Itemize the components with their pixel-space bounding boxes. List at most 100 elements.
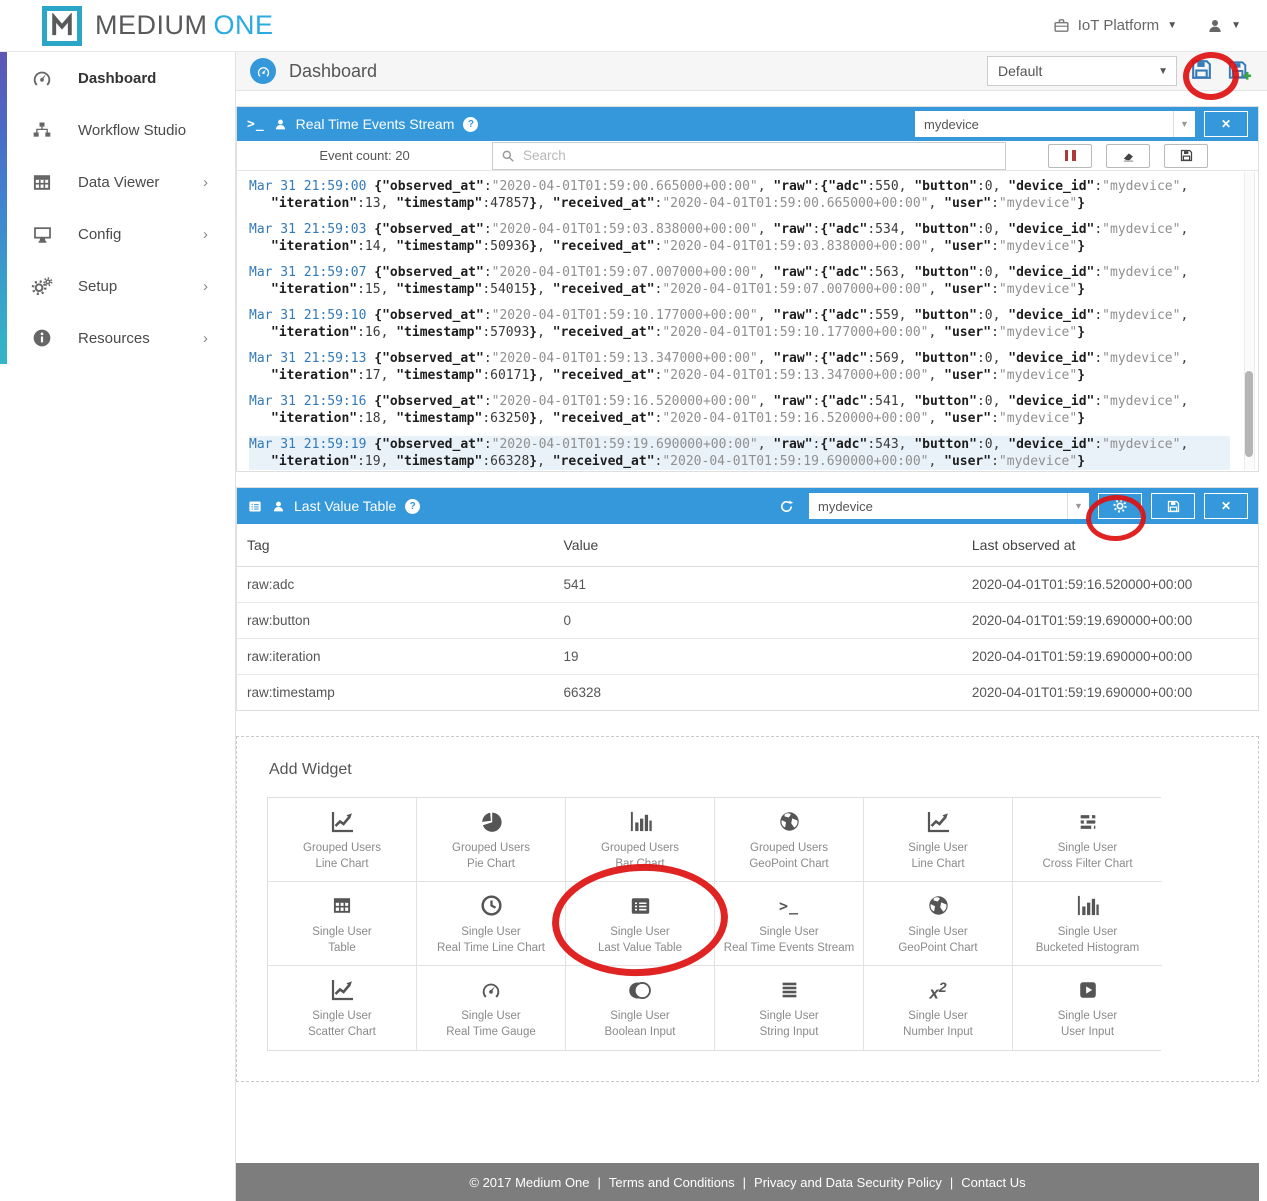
widget-option-line2: User Input	[1061, 1024, 1114, 1040]
stream-device-value[interactable]	[915, 117, 1173, 132]
tachometer-icon	[480, 976, 502, 1004]
lvt-device-select[interactable]: ▼	[809, 493, 1089, 519]
widget-option-line1: Grouped Users	[303, 840, 381, 856]
widget-option-grouped-users-pie-chart[interactable]: Grouped UsersPie Chart	[417, 798, 566, 882]
footer-link-terms-and-conditions[interactable]: Terms and Conditions	[609, 1175, 735, 1190]
brand-one: ONE	[214, 10, 274, 40]
sidebar-item-label: Resources	[78, 330, 150, 347]
sidebar-item-label: Data Viewer	[78, 174, 159, 191]
bar-chart-icon	[628, 808, 653, 836]
refresh-icon[interactable]	[779, 499, 794, 514]
widget-option-line2: Real Time Line Chart	[437, 940, 545, 956]
widget-option-single-user-table[interactable]: Single UserTable	[268, 882, 417, 966]
sidebar-item-config[interactable]: Config›	[0, 208, 235, 260]
widget-option-single-user-last-value-table[interactable]: Single UserLast Value Table	[566, 882, 715, 966]
sidebar-item-dashboard[interactable]: Dashboard	[0, 52, 235, 104]
add-widget-title: Add Widget	[269, 761, 1258, 779]
widget-option-single-user-cross-filter-chart[interactable]: Single UserCross Filter Chart	[1013, 798, 1162, 882]
user-input-icon	[1077, 976, 1099, 1004]
scrollbar-track[interactable]	[1244, 172, 1255, 470]
widget-option-grouped-users-line-chart[interactable]: Grouped UsersLine Chart	[268, 798, 417, 882]
terminal-icon: >_	[247, 117, 265, 132]
log-entry: Mar 31 21:59:13 {"observed_at":"2020-04-…	[249, 350, 1230, 384]
help-icon[interactable]: ?	[405, 499, 420, 514]
widget-option-line2: GeoPoint Chart	[898, 940, 977, 956]
desktop-icon	[31, 225, 53, 244]
table-cell: raw:adc	[237, 567, 554, 603]
widget-option-single-user-geopoint-chart[interactable]: Single UserGeoPoint Chart	[864, 882, 1013, 966]
top-bar: MEDIUMONE IoT Platform ▼ ▼	[0, 0, 1267, 52]
footer-copyright: © 2017 Medium One	[469, 1175, 589, 1190]
widget-option-grouped-users-bar-chart[interactable]: Grouped UsersBar Chart	[566, 798, 715, 882]
log-entry: Mar 31 21:59:07 {"observed_at":"2020-04-…	[249, 264, 1230, 298]
widget-grid: Grouped UsersLine ChartGrouped UsersPie …	[267, 797, 1161, 1051]
info-icon	[31, 328, 53, 348]
widget-option-single-user-real-time-gauge[interactable]: Single UserReal Time Gauge	[417, 966, 566, 1050]
help-icon[interactable]: ?	[463, 117, 478, 132]
sidebar-item-data-viewer[interactable]: Data Viewer›	[0, 156, 235, 208]
save-icon	[1179, 148, 1194, 163]
lvt-settings-button[interactable]	[1098, 493, 1142, 519]
platform-dropdown[interactable]: IoT Platform ▼	[1053, 17, 1177, 34]
widget-option-single-user-number-input[interactable]: x2Single UserNumber Input	[864, 966, 1013, 1050]
table-row: raw:adc5412020-04-01T01:59:16.520000+00:…	[237, 567, 1258, 603]
widget-option-single-user-user-input[interactable]: Single UserUser Input	[1013, 966, 1162, 1050]
widget-option-single-user-string-input[interactable]: Single UserString Input	[715, 966, 864, 1050]
string-input-icon	[778, 976, 801, 1004]
widget-option-single-user-boolean-input[interactable]: Single UserBoolean Input	[566, 966, 715, 1050]
table-cell: raw:timestamp	[237, 675, 554, 711]
widget-option-line1: Single User	[759, 924, 818, 940]
widget-option-single-user-line-chart[interactable]: Single UserLine Chart	[864, 798, 1013, 882]
stream-toolbar: Event count: 20	[237, 141, 1258, 171]
sidebar-item-label: Config	[78, 226, 121, 243]
stream-close-button[interactable]: ✕	[1204, 111, 1248, 137]
lvt-close-button[interactable]: ✕	[1204, 493, 1248, 519]
footer-link-contact-us[interactable]: Contact Us	[961, 1175, 1025, 1190]
lvt-device-value[interactable]	[809, 499, 1067, 514]
table-cell: 2020-04-01T01:59:16.520000+00:00	[962, 567, 1258, 603]
save-dashboard-button[interactable]	[1189, 57, 1214, 85]
column-header: Tag	[237, 524, 554, 567]
event-count-label: Event count: 20	[237, 148, 492, 163]
widget-option-line2: Cross Filter Chart	[1042, 856, 1132, 872]
person-icon	[272, 500, 285, 513]
log-entry: Mar 31 21:59:19 {"observed_at":"2020-04-…	[249, 436, 1230, 470]
terminal-icon: >_	[779, 892, 799, 920]
widget-option-single-user-real-time-line-chart[interactable]: Single UserReal Time Line Chart	[417, 882, 566, 966]
search-icon	[501, 149, 515, 163]
pause-stream-button[interactable]	[1048, 144, 1092, 168]
footer-separator: |	[950, 1175, 953, 1190]
widget-option-single-user-scatter-chart[interactable]: Single UserScatter Chart	[268, 966, 417, 1050]
table-cell: 66328	[554, 675, 962, 711]
widget-option-line2: Real Time Events Stream	[724, 940, 854, 956]
dashboard-icon	[250, 58, 276, 84]
dashboard-select-value[interactable]	[988, 63, 1158, 79]
sidebar-item-resources[interactable]: Resources›	[0, 312, 235, 364]
user-menu-dropdown[interactable]: ▼	[1207, 18, 1241, 34]
scrollbar-thumb[interactable]	[1245, 371, 1253, 457]
sidebar-item-setup[interactable]: Setup›	[0, 260, 235, 312]
table-cell: 2020-04-01T01:59:19.690000+00:00	[962, 639, 1258, 675]
stream-search-input[interactable]	[521, 147, 1005, 164]
dashboard-select[interactable]: ▼	[987, 56, 1177, 86]
table-cell: raw:button	[237, 603, 554, 639]
save-icon	[1166, 499, 1181, 514]
widget-option-line2: Table	[328, 940, 356, 956]
widget-option-line1: Single User	[312, 924, 371, 940]
footer-link-privacy-and-data-security-policy[interactable]: Privacy and Data Security Policy	[754, 1175, 942, 1190]
stream-search-box	[492, 142, 1006, 170]
widget-option-single-user-bucketed-histogram[interactable]: Single UserBucketed Histogram	[1013, 882, 1162, 966]
widget-option-line1: Single User	[1058, 924, 1117, 940]
sidebar-item-workflow-studio[interactable]: Workflow Studio	[0, 104, 235, 156]
clear-stream-button[interactable]	[1106, 144, 1150, 168]
save-as-new-dashboard-button[interactable]	[1226, 57, 1253, 86]
sidebar-item-label: Setup	[78, 278, 117, 295]
save-stream-button[interactable]	[1164, 144, 1208, 168]
widget-option-single-user-real-time-events-stream[interactable]: >_ Single UserReal Time Events Stream	[715, 882, 864, 966]
widget-option-line1: Single User	[1058, 1008, 1117, 1024]
widget-option-grouped-users-geopoint-chart[interactable]: Grouped UsersGeoPoint Chart	[715, 798, 864, 882]
lvt-save-button[interactable]	[1151, 493, 1195, 519]
stream-device-select[interactable]: ▼	[915, 111, 1195, 137]
chevron-down-icon: ▼	[1231, 20, 1241, 31]
log-entry: Mar 31 21:59:16 {"observed_at":"2020-04-…	[249, 393, 1230, 427]
